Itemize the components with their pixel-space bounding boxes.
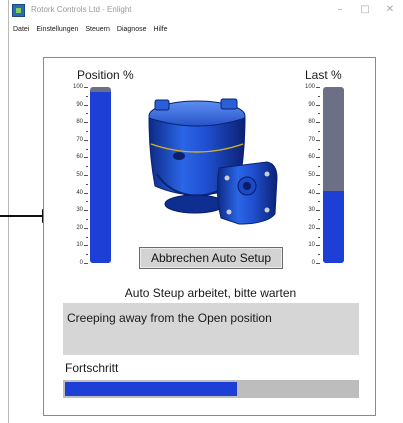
menu-datei[interactable]: Datei [13,26,29,33]
load_gauge-minor-tick [318,95,320,97]
load_gauge-tick-label: 80 [308,119,315,126]
load_gauge-tick [316,87,320,88]
load-bar [323,87,344,263]
position_gauge-tick [84,263,88,264]
position_gauge-minor-tick [86,113,88,115]
rotork-actuator-image [148,98,278,225]
load_gauge-minor-tick [318,113,320,115]
load_gauge-minor-tick [318,183,320,185]
load_gauge-minor-tick [318,254,320,256]
title-bar: Rotork Controls Ltd - Enlight – □ ✕ [9,0,403,22]
maximize-button[interactable]: □ [354,2,376,18]
load-scale: 100 90 80 70 60 50 40 30 20 10 0 [298,84,320,266]
position_gauge-tick-label: 20 [76,224,83,231]
position_gauge-tick [84,192,88,194]
window-title: Rotork Controls Ltd - Enlight [31,5,132,14]
load_gauge-tick [316,139,320,141]
minimize-button[interactable]: – [329,2,351,18]
load_gauge-tick-label: 20 [308,224,315,231]
menu-bar: Datei Einstellungen Steuern Diagnose Hil… [9,22,403,36]
position_gauge-tick-label: 30 [76,207,83,214]
load_gauge-tick [316,104,320,106]
close-button[interactable]: ✕ [379,2,401,18]
menu-hilfe[interactable]: Hilfe [153,26,167,33]
position_gauge-tick-label: 50 [76,172,83,178]
load_gauge-minor-tick [318,219,320,220]
position_gauge-minor-tick [86,219,88,220]
position_gauge-tick [84,175,88,176]
position-gauge-title: Position % [77,68,134,82]
position_gauge-tick-label: 0 [79,260,83,266]
load_gauge-minor-tick [318,131,320,132]
position_gauge-tick-label: 70 [76,136,83,143]
load_gauge-minor-tick [318,236,320,238]
progress-bar [63,380,359,398]
position_gauge-minor-tick [86,131,88,132]
position_gauge-tick [84,227,88,229]
cancel-auto-setup-button[interactable]: Abbrechen Auto Setup [139,247,283,269]
position_gauge-tick [84,139,88,141]
load_gauge-tick-label: 90 [308,101,315,108]
position-scale: 100 90 80 70 60 50 40 30 20 10 0 [66,84,88,266]
position_gauge-tick-label: 10 [76,242,83,249]
position_gauge-tick-label: 100 [72,84,83,90]
load-bar-fill [323,190,344,263]
load_gauge-tick-label: 40 [308,189,315,196]
position_gauge-minor-tick [86,95,88,97]
menu-diagnose[interactable]: Diagnose [117,26,147,33]
position_gauge-tick-label: 80 [76,119,83,126]
position_gauge-minor-tick [86,148,88,150]
load_gauge-tick [316,227,320,229]
position_gauge-tick-label: 40 [76,189,83,196]
position-bar-fill [90,92,111,263]
position_gauge-minor-tick [86,201,88,203]
load_gauge-tick [316,175,320,176]
load_gauge-tick [316,245,320,247]
position_gauge-minor-tick [86,166,88,168]
position_gauge-tick [84,245,88,247]
progress-label: Fortschritt [65,361,119,375]
position_gauge-tick [84,104,88,106]
position_gauge-minor-tick [86,236,88,238]
load_gauge-tick [316,157,320,159]
annotation-arrow-line [0,215,44,217]
load_gauge-tick-label: 60 [308,154,315,161]
menu-steuern[interactable]: Steuern [85,26,110,33]
load_gauge-tick [316,122,320,124]
menu-einstellungen[interactable]: Einstellungen [36,26,78,33]
load_gauge-tick-label: 10 [308,242,315,249]
load_gauge-tick-label: 100 [304,84,315,90]
load_gauge-minor-tick [318,166,320,168]
load_gauge-minor-tick [318,201,320,203]
load_gauge-tick [316,210,320,212]
load_gauge-tick [316,192,320,194]
auto-setup-panel: Position % 100 90 80 70 60 50 40 30 20 10 0 Last %… [43,57,376,416]
position_gauge-tick-label: 90 [76,101,83,108]
app-icon [12,4,25,17]
position_gauge-tick [84,210,88,212]
load_gauge-tick-label: 0 [311,260,315,266]
load_gauge-tick [316,263,320,264]
position_gauge-tick [84,87,88,88]
position_gauge-tick-label: 60 [76,154,83,161]
load_gauge-minor-tick [318,148,320,150]
position-bar [90,87,111,263]
position_gauge-minor-tick [86,254,88,256]
load_gauge-tick-label: 70 [308,136,315,143]
position_gauge-tick [84,122,88,124]
load-gauge-title: Last % [305,68,342,82]
progress-bar-fill [65,382,238,396]
position_gauge-tick [84,157,88,159]
position_gauge-minor-tick [86,183,88,185]
load_gauge-tick-label: 50 [308,172,315,178]
status-text: Auto Steup arbeitet, bitte warten [124,286,297,300]
status-message-box: Creeping away from the Open position [63,303,359,355]
load_gauge-tick-label: 30 [308,207,315,214]
